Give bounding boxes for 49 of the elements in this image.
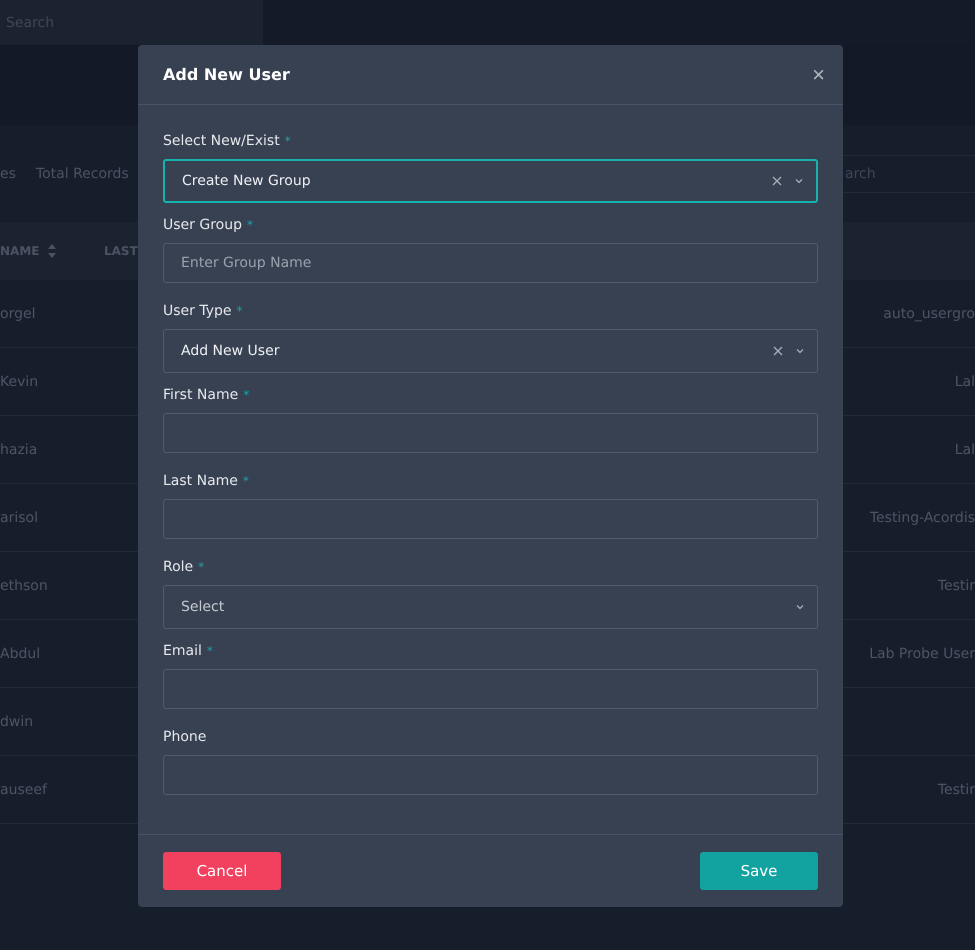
- select-field[interactable]: Select: [163, 585, 818, 629]
- input-field[interactable]: [163, 755, 818, 795]
- required-mark: *: [246, 218, 253, 232]
- field-label: Last Name: [163, 473, 238, 489]
- chevron-down-icon[interactable]: [795, 602, 805, 612]
- table-cell: Testing-Acordis: [870, 510, 975, 526]
- required-mark: *: [242, 474, 249, 488]
- field-label: User Group: [163, 217, 242, 233]
- table-cell: arisol: [0, 510, 38, 526]
- table-cell: hazia: [0, 442, 38, 458]
- toolbar-text: es: [0, 166, 16, 182]
- table-cell: Kevin: [0, 374, 38, 390]
- table-cell: orgel: [0, 306, 36, 322]
- total-records-label: Total Records: [36, 166, 129, 182]
- field-label: User Type: [163, 303, 232, 319]
- field-label: Role: [163, 559, 194, 575]
- table-cell: ethson: [0, 578, 48, 594]
- field-label: Select New/Exist: [163, 133, 280, 149]
- field-label: Phone: [163, 729, 206, 745]
- select-field[interactable]: Create New Group: [163, 159, 818, 203]
- required-mark: *: [198, 560, 204, 574]
- select-field[interactable]: Add New User: [163, 329, 818, 373]
- close-button[interactable]: ×: [810, 64, 827, 86]
- input-field[interactable]: Enter Group Name: [163, 243, 818, 283]
- table-cell: auseef: [0, 782, 47, 798]
- required-mark: *: [206, 644, 213, 658]
- required-mark: *: [284, 134, 291, 148]
- chevron-down-icon[interactable]: [794, 176, 804, 186]
- input-field[interactable]: [163, 413, 818, 453]
- field-label: First Name: [163, 387, 238, 403]
- required-mark: *: [243, 388, 250, 402]
- table-cell: Abdul: [0, 646, 40, 662]
- cancel-button[interactable]: Cancel: [163, 852, 281, 890]
- dialog-title: Add New User: [163, 65, 290, 84]
- chevron-down-icon[interactable]: [795, 346, 805, 356]
- table-cell: auto_usergro: [883, 306, 975, 322]
- save-button[interactable]: Save: [700, 852, 818, 890]
- table-cell: Lal: [954, 374, 975, 390]
- field-label: Email: [163, 643, 202, 659]
- clear-icon[interactable]: [772, 176, 782, 186]
- table-cell: Lal: [954, 442, 975, 458]
- table-cell: Lab Probe User: [869, 646, 975, 662]
- clear-icon[interactable]: [773, 346, 783, 356]
- input-field[interactable]: [163, 669, 818, 709]
- input-field[interactable]: [163, 499, 818, 539]
- table-cell: Testir: [938, 578, 975, 594]
- table-cell: dwin: [0, 714, 34, 730]
- required-mark: *: [236, 304, 243, 318]
- table-cell: Testir: [938, 782, 975, 798]
